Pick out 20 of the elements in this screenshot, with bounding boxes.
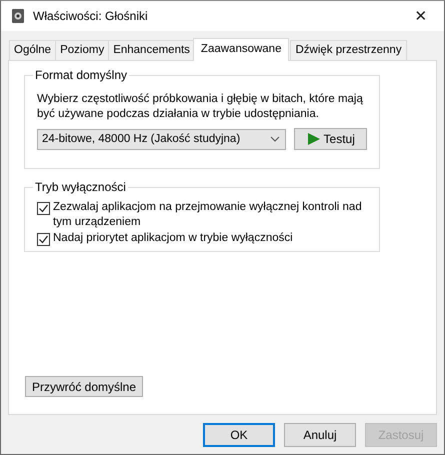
- checkbox-label[interactable]: Zezwalaj aplikacjom na przejmowanie wyłącznej kontroli nad tym urządzeniem: [53, 200, 371, 230]
- tab[interactable]: Dźwięk przestrzenny: [290, 40, 407, 60]
- group-title: Format domyślny: [33, 68, 130, 82]
- restore-defaults-button[interactable]: Przywróć domyślne: [25, 376, 143, 397]
- dialog-button[interactable]: OK: [203, 423, 275, 447]
- speaker-icon: [11, 8, 25, 24]
- dialog-button[interactable]: Anuluj: [284, 423, 356, 447]
- caret-icon: [270, 136, 280, 142]
- description-text: Wybierz częstotliwość próbkowania i głębię w bitach, które mają być używane podczas działania w trybie udostępniania.: [37, 92, 364, 122]
- format-dropdown[interactable]: 24-bitowe, 48000 Hz (Jakość studyjna): [37, 128, 286, 150]
- tab[interactable]: Ogólne: [9, 40, 56, 60]
- checkbox[interactable]: [37, 233, 50, 246]
- group-title: Tryb wyłączności: [33, 180, 128, 194]
- play-icon: [306, 132, 321, 146]
- checkbox[interactable]: [37, 202, 50, 215]
- checkbox-label[interactable]: Nadaj priorytet aplikacjom w trybie wyłączności: [53, 231, 293, 246]
- tab[interactable]: Zaawansowane: [192, 38, 290, 61]
- window-title: Właściwości: Głośniki: [33, 9, 149, 23]
- close-button[interactable]: ✕: [398, 7, 444, 25]
- test-button[interactable]: Testuj: [294, 128, 367, 150]
